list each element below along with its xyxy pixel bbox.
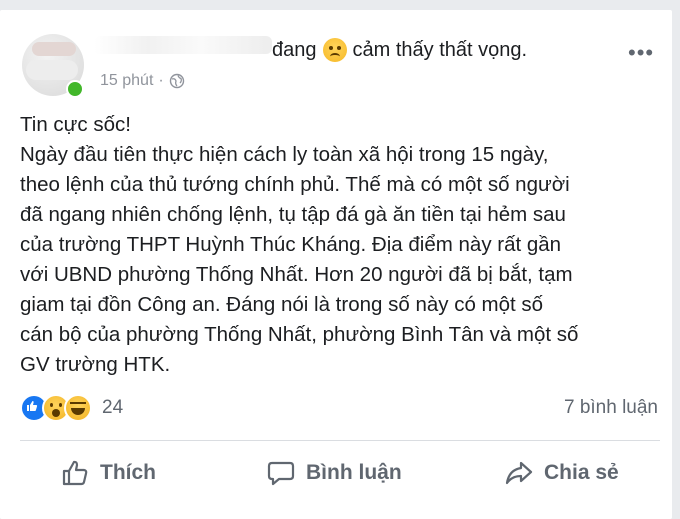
speech-bubble-icon xyxy=(267,461,295,486)
online-status-icon xyxy=(66,80,84,98)
reaction-summary[interactable]: 24 xyxy=(20,394,123,422)
haha-reaction-icon xyxy=(64,394,92,422)
author-name-redacted[interactable] xyxy=(94,36,272,54)
post-actions: Thích Bình luận Chia sẻ xyxy=(0,450,672,500)
thumbs-up-icon xyxy=(62,460,88,486)
post-timestamp[interactable]: 15 phút xyxy=(100,72,153,90)
divider xyxy=(20,440,660,441)
feeling-prefix: đang xyxy=(272,38,317,61)
like-button-label: Thích xyxy=(100,461,156,484)
post-header: đang cảm thấy thất vọng. 15 phút · ••• xyxy=(0,10,672,105)
feeling-activity: đang cảm thấy thất vọng. xyxy=(272,38,527,62)
reaction-count[interactable]: 24 xyxy=(102,397,123,419)
avatar-blur xyxy=(26,60,78,80)
like-button[interactable]: Thích xyxy=(60,458,156,488)
comment-button-label: Bình luận xyxy=(306,461,402,484)
share-button[interactable]: Chia sẻ xyxy=(504,458,619,488)
post-card: đang cảm thấy thất vọng. 15 phút · ••• T… xyxy=(0,10,672,519)
post-body-text: Tin cực sốc! Ngày đầu tiên thực hiện các… xyxy=(20,113,579,376)
share-arrow-icon xyxy=(505,461,533,485)
comment-count[interactable]: 7 bình luận xyxy=(564,397,658,419)
share-button-label: Chia sẻ xyxy=(544,461,619,484)
meta-separator: · xyxy=(158,72,164,89)
avatar-blur xyxy=(32,42,76,56)
globe-icon[interactable] xyxy=(169,73,185,89)
post-meta: 15 phút · xyxy=(100,72,185,90)
more-options-icon[interactable]: ••• xyxy=(628,42,654,64)
disappointed-face-icon xyxy=(322,38,347,62)
comment-button[interactable]: Bình luận xyxy=(266,458,402,488)
feeling-text[interactable]: cảm thấy thất vọng. xyxy=(353,39,528,62)
